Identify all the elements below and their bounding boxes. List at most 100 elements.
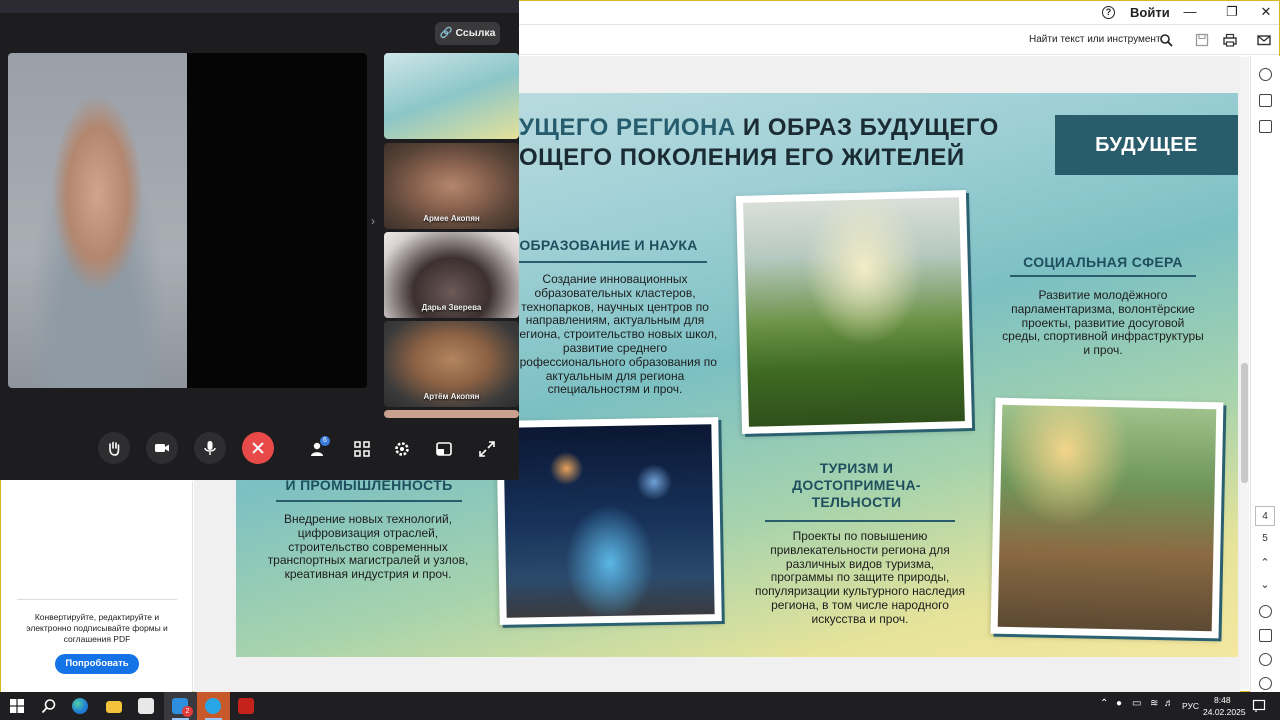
microphone-button[interactable] xyxy=(194,432,226,464)
start-button[interactable] xyxy=(0,692,33,720)
close-icon xyxy=(252,442,264,454)
city-photo xyxy=(735,190,973,434)
grid-view-icon[interactable] xyxy=(353,440,371,458)
camera-button[interactable] xyxy=(146,432,178,464)
taskbar-store[interactable] xyxy=(130,692,163,720)
promo-text: Конвертируйте, редактируйте и электронно… xyxy=(26,612,168,644)
taskbar-acrobat[interactable] xyxy=(230,692,263,720)
industry-body: Внедрение новых технологий, цифровизация… xyxy=(267,512,469,582)
chevron-right-icon[interactable]: › xyxy=(371,214,375,228)
participants-count-badge: 6 xyxy=(320,436,330,446)
education-body: Создание инновационных образовательных к… xyxy=(512,272,718,397)
slide-title-line2: ОЩЕГО ПОКОЛЕНИЯ ЕГО ЖИТЕЛЕЙ xyxy=(519,144,965,171)
notifications-icon[interactable] xyxy=(1252,699,1266,713)
tourism-body: Проекты по повышению привлекательности р… xyxy=(754,529,966,626)
pages-icon[interactable] xyxy=(1259,120,1272,133)
main-video-feed xyxy=(8,53,187,388)
main-video-tile[interactable] xyxy=(8,53,367,388)
call-title-strip xyxy=(0,0,519,13)
tray-language[interactable]: РУС xyxy=(1182,701,1199,711)
promo-divider xyxy=(17,599,177,600)
help-icon[interactable]: ? xyxy=(1102,6,1115,19)
taskbar-video-app[interactable]: 2 xyxy=(164,692,197,720)
fullscreen-icon[interactable] xyxy=(478,440,496,458)
comment-icon[interactable] xyxy=(1259,68,1272,81)
slide-title: УЩЕГО РЕГИОНА И ОБРАЗ БУДУЩЕГО ОЩЕГО ПОК… xyxy=(519,113,999,173)
participant-name: Дарья Зверева xyxy=(421,303,482,312)
bookmark-icon[interactable] xyxy=(1259,94,1272,107)
taskbar-edge[interactable] xyxy=(64,692,97,720)
tray-volume-icon[interactable]: ♬ xyxy=(1164,698,1174,709)
zoom-out-icon[interactable] xyxy=(1259,677,1272,690)
participant-tile[interactable]: Дарья Зверева xyxy=(384,232,519,318)
share-link-button[interactable]: 🔗 Ссылка xyxy=(435,22,500,45)
mail-icon[interactable] xyxy=(1257,33,1271,47)
page-number-current[interactable]: 4 xyxy=(1255,506,1275,526)
export-icon[interactable] xyxy=(1259,629,1272,642)
education-heading: ОБРАЗОВАНИЕ И НАУКА xyxy=(519,237,698,253)
scrollbar-thumb[interactable] xyxy=(1241,363,1248,483)
acrobat-icon xyxy=(238,698,254,714)
telegram-icon xyxy=(205,698,221,714)
microphone-icon xyxy=(204,441,216,455)
maximize-icon[interactable]: ❐ xyxy=(1217,3,1247,23)
sign-in-button[interactable]: Войти xyxy=(1130,5,1170,20)
windows-logo-icon xyxy=(10,699,24,713)
tray-mic-icon[interactable]: ● xyxy=(1116,698,1122,709)
print-icon[interactable] xyxy=(1223,33,1237,47)
prev-page-icon[interactable]: ⌃ xyxy=(1255,553,1275,573)
social-heading: СОЦИАЛЬНАЯ СФЕРА xyxy=(1023,254,1183,270)
tray-expand-icon[interactable]: ⌃ xyxy=(1100,698,1108,709)
kids-dog-image xyxy=(997,404,1217,632)
windows-taskbar: 2 ⌃ ● ▭ ≋ ♬ РУС 8:48 24.02.2025 xyxy=(0,692,1280,720)
slide-title-accent: УЩЕГО РЕГИОНА xyxy=(519,114,736,141)
participant-tile-partial[interactable] xyxy=(384,410,519,418)
page-number-next[interactable]: 5 xyxy=(1255,529,1275,549)
slide-title-line1: И ОБРАЗ БУДУЩЕГО xyxy=(735,114,999,141)
camera-icon xyxy=(155,444,169,452)
store-icon xyxy=(138,698,154,714)
taskbar-search-button[interactable] xyxy=(32,692,65,720)
taskbar-telegram[interactable] xyxy=(197,692,230,720)
right-tool-rail xyxy=(1250,56,1280,692)
zoom-in-icon[interactable] xyxy=(1259,653,1272,666)
search-icon xyxy=(41,699,56,714)
tourism-rule xyxy=(765,520,955,522)
tray-battery-icon[interactable]: ▭ xyxy=(1132,698,1141,709)
participant-name: Армее Акопян xyxy=(423,214,480,223)
left-promo-pane: Конвертируйте, редактируйте и электронно… xyxy=(1,481,193,692)
folder-icon xyxy=(106,701,122,713)
tray-time[interactable]: 8:48 xyxy=(1214,695,1231,705)
edge-icon xyxy=(72,698,88,714)
social-body: Развитие молодёжного парламентаризма, во… xyxy=(1002,288,1204,358)
end-call-button[interactable] xyxy=(242,432,274,464)
taskbar-file-explorer[interactable] xyxy=(98,692,131,720)
video-call-window: 🔗 Ссылка › Армее Акопян Дарья Зверева Ар… xyxy=(0,0,519,480)
future-label: БУДУЩЕЕ xyxy=(1055,115,1238,175)
telegram-badge: 2 xyxy=(182,706,193,717)
space-classroom-image xyxy=(503,424,715,618)
save-icon[interactable] xyxy=(1195,33,1209,47)
tourism-heading: ТУРИЗМ И ДОСТОПРИМЕЧА- ТЕЛЬНОСТИ xyxy=(792,460,921,510)
hand-icon xyxy=(109,441,120,456)
find-tool-field[interactable]: Найти текст или инструмент xyxy=(1029,34,1161,45)
next-page-icon[interactable]: ⌄ xyxy=(1255,575,1275,595)
try-button[interactable]: Попробовать xyxy=(55,654,139,674)
raise-hand-button[interactable] xyxy=(98,432,130,464)
participant-tile[interactable]: Армее Акопян xyxy=(384,143,519,229)
layout-icon[interactable] xyxy=(435,440,453,458)
tray-date[interactable]: 24.02.2025 xyxy=(1203,707,1246,717)
share-link-label: Ссылка xyxy=(455,27,496,39)
minimize-icon[interactable]: — xyxy=(1175,3,1205,23)
participant-tile[interactable]: Артём Акопян xyxy=(384,321,519,407)
space-classroom-photo xyxy=(496,417,722,625)
screen-share-thumbnail[interactable] xyxy=(384,53,519,139)
settings-gear-icon[interactable] xyxy=(393,440,411,458)
tray-wifi-icon[interactable]: ≋ xyxy=(1150,698,1158,709)
education-rule xyxy=(511,261,707,263)
close-icon[interactable]: ✕ xyxy=(1251,3,1280,23)
kids-dog-photo xyxy=(990,397,1224,639)
search-icon[interactable] xyxy=(1159,33,1173,47)
rotate-icon[interactable] xyxy=(1259,605,1272,618)
social-rule xyxy=(1010,275,1196,277)
